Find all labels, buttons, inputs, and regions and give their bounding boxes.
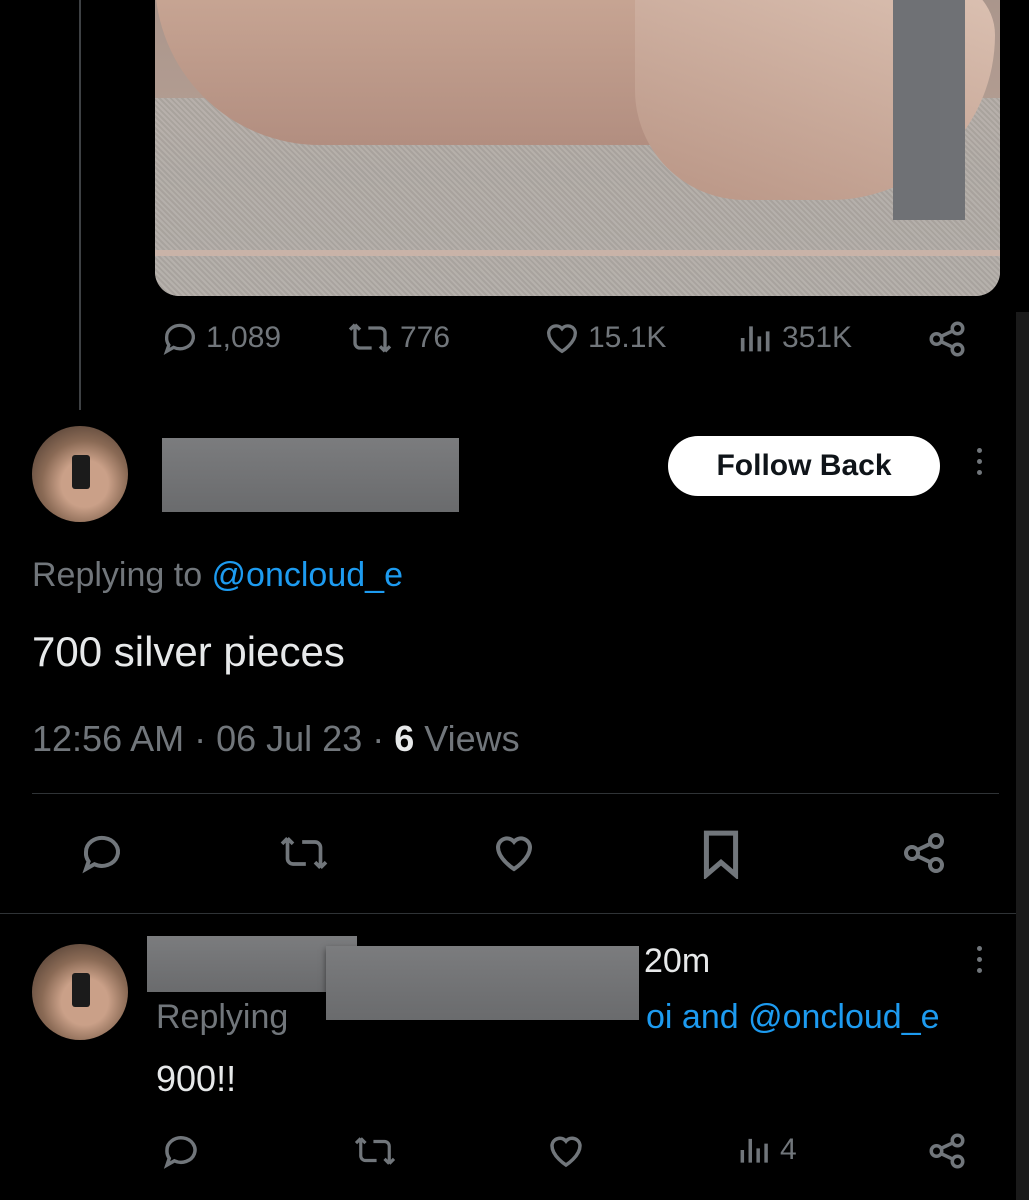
- tweet-media-image[interactable]: [155, 0, 1000, 296]
- views-button[interactable]: 4: [736, 1130, 797, 1170]
- avatar[interactable]: [32, 426, 128, 522]
- reply-time-ago: 20m: [644, 942, 711, 980]
- avatar[interactable]: [32, 944, 128, 1040]
- views-count: 351K: [782, 321, 853, 354]
- share-icon: [926, 318, 968, 360]
- divider: [32, 793, 999, 794]
- reply-count: 1,089: [206, 321, 282, 354]
- replying-to-handle[interactable]: @oncloud_e: [748, 998, 939, 1036]
- views-label: Views: [424, 718, 520, 759]
- reply-button[interactable]: 1,089: [160, 318, 281, 358]
- repost-icon[interactable]: [352, 1132, 398, 1170]
- like-button[interactable]: 15.1K: [542, 318, 666, 358]
- share-icon[interactable]: [900, 829, 948, 877]
- more-icon[interactable]: [975, 946, 983, 973]
- tweet-action-bar: 1,089 776 15.1K 351K: [160, 318, 980, 378]
- redacted-username: [162, 438, 459, 512]
- views-icon: [736, 1130, 774, 1170]
- reply-icon[interactable]: [160, 1130, 202, 1172]
- bookmark-icon[interactable]: [700, 829, 742, 879]
- repost-button[interactable]: 776: [346, 318, 450, 358]
- like-icon[interactable]: [489, 829, 539, 877]
- follow-back-button[interactable]: Follow Back: [668, 436, 940, 496]
- replying-to-line: Replying to @oncloud_e: [32, 556, 403, 595]
- reply-action-bar: [0, 825, 1000, 885]
- thread-connector-line: [79, 0, 81, 410]
- replying-to-handles: oi and @oncloud_e: [646, 998, 940, 1037]
- share-button[interactable]: [926, 318, 968, 360]
- like-count: 15.1K: [588, 321, 667, 354]
- reply-icon[interactable]: [78, 829, 126, 877]
- repost-icon[interactable]: [276, 831, 332, 875]
- divider: [0, 913, 1016, 914]
- tweet-timestamp-line: 12:56 AM · 06 Jul 23 · 6 Views: [32, 718, 520, 760]
- replying-to-prefix: Replying: [156, 998, 289, 1036]
- reply-text: 900!!: [156, 1058, 237, 1099]
- reply-action-bar: 4: [0, 1128, 1000, 1178]
- separator: ·: [362, 718, 395, 759]
- repost-count: 776: [400, 321, 451, 354]
- scrollbar[interactable]: [1016, 312, 1029, 1200]
- like-icon: [542, 318, 582, 358]
- replying-to-prefix: Replying to: [32, 556, 212, 594]
- views-count: 4: [780, 1133, 797, 1166]
- redacted-handle: [326, 946, 639, 1020]
- reply-text: 700 silver pieces: [32, 628, 345, 675]
- views-count-value: 6: [394, 718, 415, 759]
- replying-to-handle[interactable]: @oncloud_e: [212, 556, 403, 594]
- more-icon[interactable]: [975, 448, 983, 475]
- views-button[interactable]: 351K: [736, 318, 852, 358]
- repost-icon: [346, 318, 394, 358]
- tweet-time: 12:56 AM: [32, 718, 185, 759]
- separator: ·: [184, 718, 217, 759]
- replying-to-tail[interactable]: oi and: [646, 998, 748, 1036]
- like-icon[interactable]: [545, 1130, 587, 1172]
- views-icon: [736, 318, 776, 358]
- share-icon[interactable]: [926, 1130, 968, 1172]
- tweet-date: 06 Jul 23: [216, 718, 363, 759]
- reply-icon: [160, 318, 200, 358]
